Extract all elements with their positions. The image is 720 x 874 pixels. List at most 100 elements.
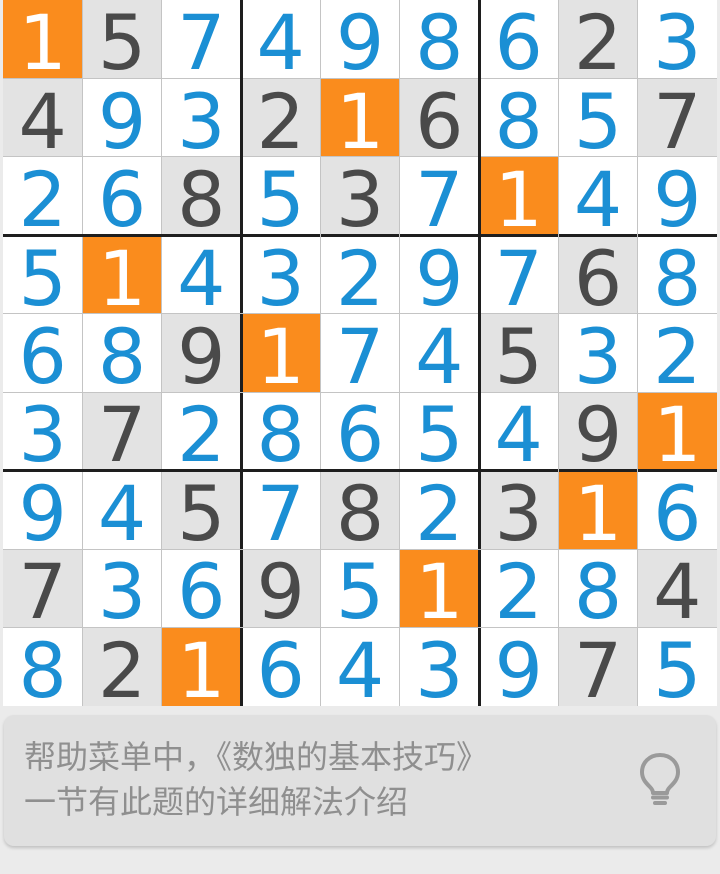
cell-r2-c6[interactable]: 6: [399, 78, 479, 159]
cell-r2-c7[interactable]: 8: [479, 78, 559, 159]
lightbulb-icon: [640, 753, 680, 805]
grid-line-vertical: [81, 0, 83, 706]
cell-r7-c4[interactable]: 7: [241, 470, 321, 552]
cell-r9-c1[interactable]: 8: [3, 627, 83, 708]
hint-bar: 帮助菜单中，《数独的基本技巧》 一节有此题的详细解法介绍: [4, 715, 716, 846]
cell-r9-c6[interactable]: 3: [399, 627, 479, 708]
cell-r2-c1[interactable]: 4: [3, 78, 83, 159]
cell-r4-c8[interactable]: 6: [558, 235, 638, 316]
cell-r1-c6[interactable]: 8: [399, 0, 479, 81]
cell-r7-c5[interactable]: 8: [320, 470, 400, 552]
cell-r3-c2[interactable]: 6: [82, 156, 162, 238]
cell-r3-c3[interactable]: 8: [161, 156, 241, 238]
grid-line-horizontal: [3, 627, 717, 629]
cell-r4-c7[interactable]: 7: [479, 235, 559, 316]
cell-r1-c1[interactable]: 1: [3, 0, 83, 81]
cell-r8-c4[interactable]: 9: [241, 549, 321, 630]
grid-line-horizontal: [3, 548, 717, 550]
cell-r8-c9[interactable]: 4: [637, 549, 717, 630]
cell-r9-c9[interactable]: 5: [637, 627, 717, 708]
cell-r2-c2[interactable]: 9: [82, 78, 162, 159]
cell-r2-c3[interactable]: 3: [161, 78, 241, 159]
cell-r5-c6[interactable]: 4: [399, 313, 479, 395]
cell-r1-c8[interactable]: 2: [558, 0, 638, 81]
cell-r7-c3[interactable]: 5: [161, 470, 241, 552]
cell-r9-c3[interactable]: 1: [161, 627, 241, 708]
cell-r6-c4[interactable]: 8: [241, 392, 321, 473]
grid-line-horizontal: [3, 313, 717, 315]
cell-r7-c6[interactable]: 2: [399, 470, 479, 552]
grid-line-vertical: [557, 0, 559, 706]
cell-r3-c9[interactable]: 9: [637, 156, 717, 238]
cell-r8-c8[interactable]: 8: [558, 549, 638, 630]
cell-r6-c7[interactable]: 4: [479, 392, 559, 473]
hint-button[interactable]: [638, 751, 682, 807]
cell-r8-c2[interactable]: 3: [82, 549, 162, 630]
cell-r6-c6[interactable]: 5: [399, 392, 479, 473]
cell-r6-c2[interactable]: 7: [82, 392, 162, 473]
box-divider-vertical: [477, 0, 481, 706]
cell-r4-c4[interactable]: 3: [241, 235, 321, 316]
cell-r1-c5[interactable]: 9: [320, 0, 400, 81]
cell-r8-c5[interactable]: 5: [320, 549, 400, 630]
cell-r2-c9[interactable]: 7: [637, 78, 717, 159]
box-divider-horizontal: [3, 233, 717, 237]
cell-r6-c9[interactable]: 1: [637, 392, 717, 473]
cell-r8-c1[interactable]: 7: [3, 549, 83, 630]
sudoku-board: 1574986234932168572685371495143297686891…: [3, 0, 717, 708]
cell-r7-c7[interactable]: 3: [479, 470, 559, 552]
grid-line-vertical: [637, 0, 639, 706]
cell-r3-c7[interactable]: 1: [479, 156, 559, 238]
cell-r5-c5[interactable]: 7: [320, 313, 400, 395]
cell-r2-c5[interactable]: 1: [320, 78, 400, 159]
cell-r9-c8[interactable]: 7: [558, 627, 638, 708]
hint-text-line-2: 一节有此题的详细解法介绍: [24, 783, 409, 821]
cell-r6-c5[interactable]: 6: [320, 392, 400, 473]
cell-r9-c5[interactable]: 4: [320, 627, 400, 708]
cell-r3-c5[interactable]: 3: [320, 156, 400, 238]
cell-r2-c8[interactable]: 5: [558, 78, 638, 159]
cell-r9-c2[interactable]: 2: [82, 627, 162, 708]
cell-r5-c1[interactable]: 6: [3, 313, 83, 395]
cell-r4-c5[interactable]: 2: [320, 235, 400, 316]
cell-r5-c2[interactable]: 8: [82, 313, 162, 395]
cell-r7-c8[interactable]: 1: [558, 470, 638, 552]
cell-r3-c8[interactable]: 4: [558, 156, 638, 238]
cell-r4-c3[interactable]: 4: [161, 235, 241, 316]
cell-r3-c1[interactable]: 2: [3, 156, 83, 238]
cell-r8-c3[interactable]: 6: [161, 549, 241, 630]
cell-r1-c3[interactable]: 7: [161, 0, 241, 81]
cell-r6-c8[interactable]: 9: [558, 392, 638, 473]
cell-r8-c6[interactable]: 1: [399, 549, 479, 630]
grid-line-horizontal: [3, 156, 717, 158]
cell-r3-c6[interactable]: 7: [399, 156, 479, 238]
cell-r2-c4[interactable]: 2: [241, 78, 321, 159]
cell-r7-c9[interactable]: 6: [637, 470, 717, 552]
grid-line-vertical: [161, 0, 163, 706]
cell-r5-c3[interactable]: 9: [161, 313, 241, 395]
cell-r9-c7[interactable]: 9: [479, 627, 559, 708]
cell-r4-c2[interactable]: 1: [82, 235, 162, 316]
cell-r7-c2[interactable]: 4: [82, 470, 162, 552]
grid-line-horizontal: [3, 391, 717, 393]
cell-r3-c4[interactable]: 5: [241, 156, 321, 238]
cell-r1-c9[interactable]: 3: [637, 0, 717, 81]
cell-r5-c4[interactable]: 1: [241, 313, 321, 395]
cell-r4-c1[interactable]: 5: [3, 235, 83, 316]
cell-r1-c7[interactable]: 6: [479, 0, 559, 81]
cell-r4-c9[interactable]: 8: [637, 235, 717, 316]
grid-line-horizontal: [3, 77, 717, 79]
cell-r6-c1[interactable]: 3: [3, 392, 83, 473]
cell-r7-c1[interactable]: 9: [3, 470, 83, 552]
cell-r9-c4[interactable]: 6: [241, 627, 321, 708]
cell-r5-c9[interactable]: 2: [637, 313, 717, 395]
cell-r4-c6[interactable]: 9: [399, 235, 479, 316]
cell-r5-c7[interactable]: 5: [479, 313, 559, 395]
cell-r8-c7[interactable]: 2: [479, 549, 559, 630]
grid-line-vertical: [399, 0, 401, 706]
cell-r1-c2[interactable]: 5: [82, 0, 162, 81]
cell-r1-c4[interactable]: 4: [241, 0, 321, 81]
cell-r6-c3[interactable]: 2: [161, 392, 241, 473]
box-divider-vertical: [239, 0, 243, 706]
cell-r5-c8[interactable]: 3: [558, 313, 638, 395]
